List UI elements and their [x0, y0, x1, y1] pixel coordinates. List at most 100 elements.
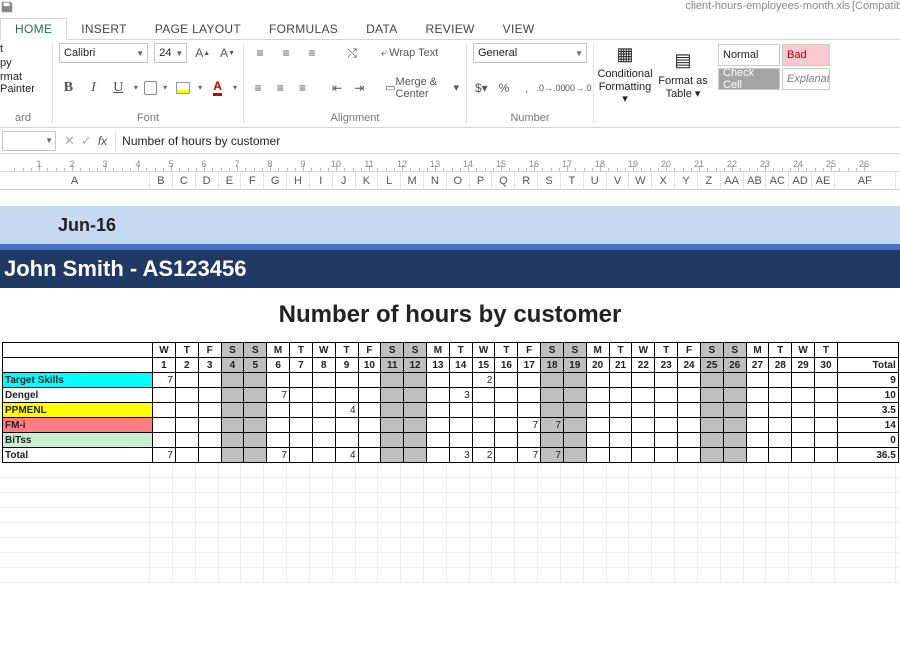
table-cell[interactable]: [198, 373, 221, 388]
table-cell[interactable]: [655, 418, 678, 433]
table-cell[interactable]: [678, 448, 701, 463]
table-cell[interactable]: [312, 373, 335, 388]
table-cell[interactable]: [198, 433, 221, 448]
table-cell[interactable]: [723, 448, 746, 463]
table-cell[interactable]: [495, 388, 518, 403]
table-cell[interactable]: [563, 388, 586, 403]
table-cell[interactable]: [586, 403, 609, 418]
cell-styles-gallery[interactable]: Normal Bad Check Cell Explanator: [718, 44, 844, 90]
underline-button[interactable]: U: [109, 78, 128, 98]
table-cell[interactable]: [792, 418, 815, 433]
table-cell[interactable]: [472, 433, 495, 448]
table-cell[interactable]: [312, 403, 335, 418]
orientation-icon[interactable]: ⤭: [342, 43, 362, 63]
table-cell[interactable]: [678, 388, 701, 403]
font-size-combo[interactable]: 24▼: [154, 43, 187, 63]
column-header[interactable]: P: [470, 172, 493, 189]
table-cell[interactable]: [198, 448, 221, 463]
table-cell[interactable]: [678, 418, 701, 433]
row-total[interactable]: 9: [837, 373, 898, 388]
table-cell[interactable]: [563, 403, 586, 418]
table-cell[interactable]: [449, 373, 472, 388]
table-cell[interactable]: [632, 373, 655, 388]
table-cell[interactable]: [472, 388, 495, 403]
table-cell[interactable]: 7: [153, 448, 176, 463]
ribbon-tab-page-layout[interactable]: PAGE LAYOUT: [141, 19, 255, 39]
table-cell[interactable]: [426, 373, 449, 388]
table-cell[interactable]: [404, 448, 427, 463]
table-cell[interactable]: 7: [518, 448, 541, 463]
table-cell[interactable]: 7: [267, 388, 290, 403]
table-cell[interactable]: [267, 433, 290, 448]
number-format-combo[interactable]: General▼: [473, 43, 587, 63]
table-cell[interactable]: [290, 373, 313, 388]
table-cell[interactable]: [426, 403, 449, 418]
table-cell[interactable]: [198, 388, 221, 403]
table-cell[interactable]: [221, 388, 244, 403]
format-as-table-button[interactable]: ▤ Format as Table ▾: [654, 42, 712, 106]
table-cell[interactable]: [244, 418, 267, 433]
table-cell[interactable]: [746, 403, 769, 418]
table-cell[interactable]: [404, 403, 427, 418]
table-cell[interactable]: [312, 388, 335, 403]
table-cell[interactable]: [723, 403, 746, 418]
increase-indent-icon[interactable]: ⇥: [351, 78, 367, 98]
column-header[interactable]: N: [424, 172, 447, 189]
table-cell[interactable]: [472, 403, 495, 418]
table-cell[interactable]: [153, 433, 176, 448]
table-cell[interactable]: [700, 448, 723, 463]
table-cell[interactable]: [815, 448, 838, 463]
merge-center-button[interactable]: ▭ Merge & Center ▾: [384, 78, 460, 98]
ribbon-tab-review[interactable]: REVIEW: [412, 19, 489, 39]
table-cell[interactable]: [175, 403, 198, 418]
border-button[interactable]: [144, 81, 157, 95]
column-header[interactable]: X: [652, 172, 675, 189]
table-cell[interactable]: [221, 418, 244, 433]
table-cell[interactable]: [792, 388, 815, 403]
table-cell[interactable]: [723, 373, 746, 388]
percent-format-icon[interactable]: %: [496, 78, 513, 98]
table-cell[interactable]: [563, 433, 586, 448]
table-cell[interactable]: [449, 418, 472, 433]
column-header[interactable]: D: [196, 172, 219, 189]
table-cell[interactable]: [404, 373, 427, 388]
decrease-indent-icon[interactable]: ⇤: [329, 78, 345, 98]
table-cell[interactable]: [381, 418, 404, 433]
format-painter-button[interactable]: rmat Painter: [0, 71, 46, 95]
table-cell[interactable]: [267, 373, 290, 388]
table-cell[interactable]: [541, 433, 564, 448]
table-cell[interactable]: [290, 448, 313, 463]
table-cell[interactable]: [153, 418, 176, 433]
table-cell[interactable]: [312, 448, 335, 463]
table-cell[interactable]: [746, 433, 769, 448]
table-cell[interactable]: [404, 388, 427, 403]
font-name-combo[interactable]: Calibri▼: [59, 43, 148, 63]
table-cell[interactable]: [175, 388, 198, 403]
table-cell[interactable]: [678, 403, 701, 418]
table-cell[interactable]: [312, 433, 335, 448]
table-cell[interactable]: [335, 388, 358, 403]
table-cell[interactable]: [609, 448, 632, 463]
table-cell[interactable]: [290, 403, 313, 418]
column-header[interactable]: B: [150, 172, 173, 189]
table-cell[interactable]: [541, 373, 564, 388]
table-cell[interactable]: [815, 373, 838, 388]
table-cell[interactable]: [495, 433, 518, 448]
table-cell[interactable]: 3: [449, 388, 472, 403]
ribbon-tab-home[interactable]: HOME: [0, 18, 67, 40]
align-center-icon[interactable]: ≡: [272, 78, 288, 98]
table-cell[interactable]: [746, 448, 769, 463]
column-header[interactable]: Y: [675, 172, 698, 189]
table-cell[interactable]: [267, 403, 290, 418]
ribbon-tab-formulas[interactable]: FORMULAS: [255, 19, 352, 39]
column-header[interactable]: M: [401, 172, 424, 189]
table-cell[interactable]: [723, 433, 746, 448]
ribbon-tab-insert[interactable]: INSERT: [67, 19, 141, 39]
table-cell[interactable]: [792, 448, 815, 463]
column-header[interactable]: U: [584, 172, 607, 189]
style-check-cell[interactable]: Check Cell: [718, 68, 780, 90]
align-top-icon[interactable]: ≡: [250, 43, 270, 63]
table-cell[interactable]: [472, 418, 495, 433]
table-cell[interactable]: [358, 448, 381, 463]
style-explanatory[interactable]: Explanator: [782, 68, 830, 90]
